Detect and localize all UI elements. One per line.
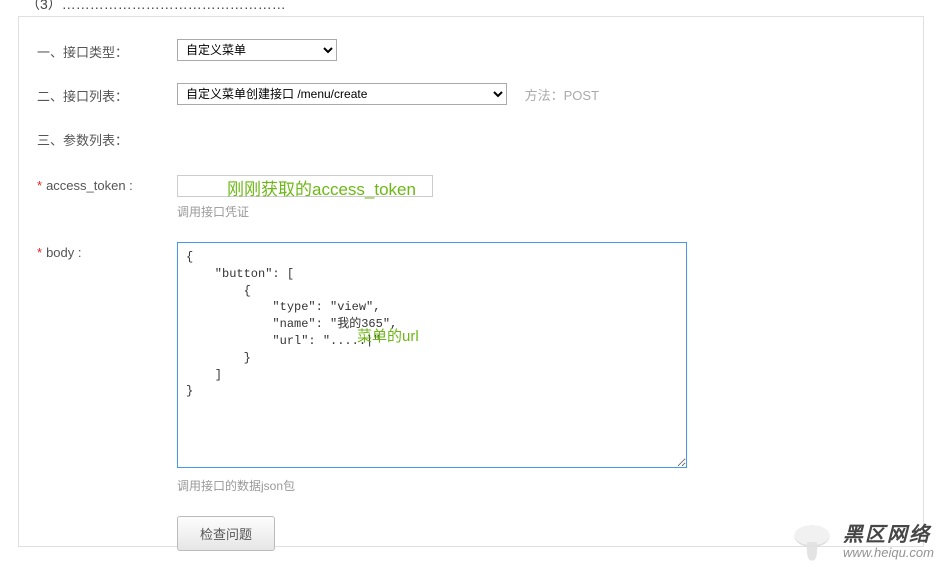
hint-access-token: 调用接口凭证 bbox=[177, 203, 905, 220]
label-body: *body : bbox=[37, 242, 177, 260]
method-label: 方法：POST bbox=[525, 85, 599, 104]
row-api-list: 二、接口列表： 自定义菜单创建接口 /menu/create 方法：POST bbox=[37, 83, 905, 105]
textarea-body[interactable]: { "button": [ { "type": "view", "name": … bbox=[177, 242, 687, 468]
input-access-token[interactable] bbox=[177, 175, 433, 197]
watermark-text: 黑区网络 www.heiqu.com bbox=[843, 525, 934, 560]
label-access-token: *access_token : bbox=[37, 175, 177, 193]
row-actions: 检查问题 bbox=[37, 516, 905, 551]
form-panel: 一、接口类型： 自定义菜单 二、接口列表： 自定义菜单创建接口 /menu/cr… bbox=[18, 16, 924, 547]
check-button[interactable]: 检查问题 bbox=[177, 516, 275, 551]
label-interface-type: 一、接口类型： bbox=[37, 39, 177, 61]
row-interface-type: 一、接口类型： 自定义菜单 bbox=[37, 39, 905, 61]
label-param-list: 三、参数列表： bbox=[37, 127, 177, 149]
page-header-fragment: （3）………………………………………… bbox=[26, 0, 286, 14]
select-interface-type[interactable]: 自定义菜单 bbox=[177, 39, 337, 61]
watermark: 黑区网络 www.heiqu.com bbox=[791, 521, 934, 563]
mushroom-icon bbox=[791, 521, 833, 563]
select-api[interactable]: 自定义菜单创建接口 /menu/create bbox=[177, 83, 507, 105]
row-param-list: 三、参数列表： bbox=[37, 127, 905, 149]
row-access-token: *access_token : 刚刚获取的access_token 调用接口凭证 bbox=[37, 175, 905, 220]
label-api-list: 二、接口列表： bbox=[37, 83, 177, 105]
hint-body: 调用接口的数据json包 bbox=[177, 477, 905, 494]
required-asterisk: * bbox=[37, 178, 42, 193]
required-asterisk: * bbox=[37, 245, 42, 260]
row-body: *body : { "button": [ { "type": "view", … bbox=[37, 242, 905, 494]
